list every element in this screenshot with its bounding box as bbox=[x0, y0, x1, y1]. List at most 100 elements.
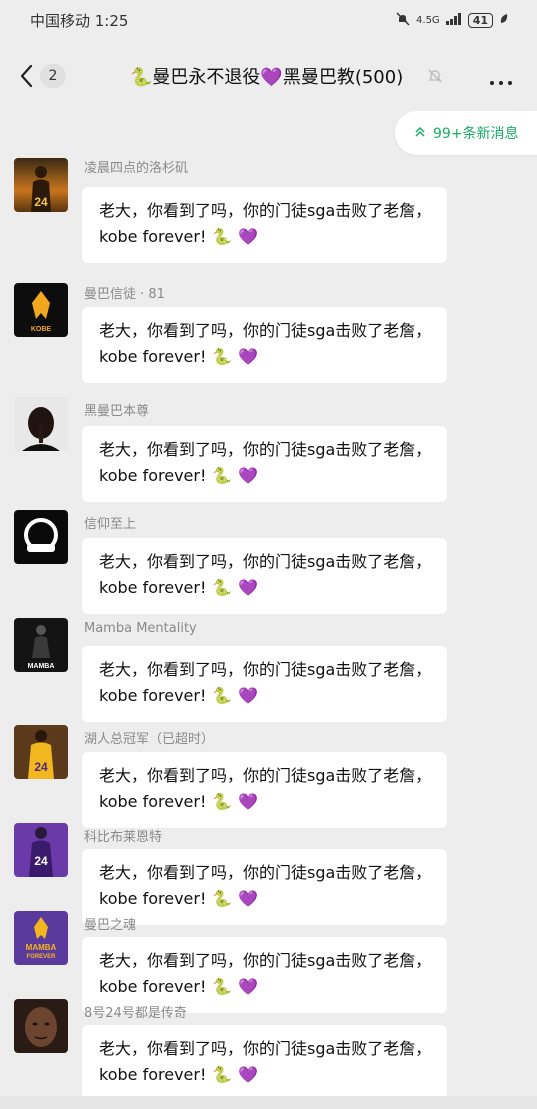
message-text-line2: kobe forever! bbox=[99, 347, 207, 366]
purple-jersey-avatar: 24 bbox=[14, 823, 68, 877]
message-text-line1: 老大，你看到了吗，你的门徒sga击败了老詹， bbox=[99, 766, 432, 785]
message-text-line2: kobe forever! bbox=[99, 466, 207, 485]
message-text-line2: kobe forever! bbox=[99, 977, 207, 996]
unread-count-badge[interactable]: 2 bbox=[40, 64, 66, 88]
purple-heart-emoji: 💜 bbox=[238, 227, 259, 246]
message-bubble[interactable]: 老大，你看到了吗，你的门徒sga击败了老詹， kobe forever! 🐍 💜 bbox=[82, 187, 447, 263]
sender-name: 凌晨四点的洛杉矶 bbox=[84, 161, 189, 176]
avatar[interactable] bbox=[14, 999, 68, 1053]
message-text-line1: 老大，你看到了吗，你的门徒sga击败了老詹， bbox=[99, 660, 432, 679]
message-text-line2: kobe forever! bbox=[99, 578, 207, 597]
snake-emoji: 🐍 bbox=[212, 1065, 233, 1084]
message-text-line1: 老大，你看到了吗，你的门徒sga击败了老詹， bbox=[99, 201, 432, 220]
snake-emoji: 🐍 bbox=[212, 686, 233, 705]
message-bubble[interactable]: 老大，你看到了吗，你的门徒sga击败了老詹， kobe forever! 🐍 💜 bbox=[82, 752, 447, 828]
message-text-line1: 老大，你看到了吗，你的门徒sga击败了老詹， bbox=[99, 863, 432, 882]
more-options-button[interactable] bbox=[490, 70, 518, 85]
sender-name: 信仰至上 bbox=[84, 517, 137, 532]
kobe-logo-avatar: KOBE bbox=[14, 283, 68, 337]
avatar[interactable] bbox=[14, 510, 68, 564]
message-text-line1: 老大，你看到了吗，你的门徒sga击败了老詹， bbox=[99, 440, 432, 459]
svg-text:MAMBA: MAMBA bbox=[26, 943, 57, 952]
kobe-24-sunset-avatar: 24 bbox=[14, 158, 68, 212]
status-icons: 4.5G 41 bbox=[396, 11, 509, 29]
avatar[interactable]: 24 bbox=[14, 158, 68, 212]
avatar[interactable]: MAMBA FOREVER bbox=[14, 911, 68, 965]
network-type: 4.5G bbox=[416, 14, 440, 26]
snake-emoji: 🐍 bbox=[212, 977, 233, 996]
snake-emoji: 🐍 bbox=[212, 578, 233, 597]
kobe-portrait-avatar bbox=[14, 397, 68, 451]
svg-text:MAMBA: MAMBA bbox=[28, 663, 55, 670]
purple-heart-emoji: 💜 bbox=[238, 889, 259, 908]
message-bubble[interactable]: 老大，你看到了吗，你的门徒sga击败了老詹， kobe forever! 🐍 💜 bbox=[82, 1025, 447, 1101]
dot-icon bbox=[508, 81, 512, 85]
message-bubble[interactable]: 老大，你看到了吗，你的门徒sga击败了老詹， kobe forever! 🐍 💜 bbox=[82, 538, 447, 614]
avatar[interactable]: 24 bbox=[14, 725, 68, 779]
snake-emoji: 🐍 bbox=[212, 347, 233, 366]
face-portrait-avatar bbox=[14, 999, 68, 1053]
avatar[interactable]: KOBE bbox=[14, 283, 68, 337]
snake-emoji: 🐍 bbox=[212, 466, 233, 485]
dot-icon bbox=[499, 81, 503, 85]
battery-level: 41 bbox=[467, 12, 493, 28]
purple-heart-emoji: 💜 bbox=[238, 578, 259, 597]
double-chevron-up-icon bbox=[415, 126, 425, 140]
purple-heart-emoji: 💜 bbox=[238, 686, 259, 705]
new-messages-label: 99+条新消息 bbox=[433, 126, 519, 142]
sender-name: Mamba Mentality bbox=[84, 621, 197, 636]
mute-bell-icon bbox=[426, 67, 444, 85]
message-text-line1: 老大，你看到了吗，你的门徒sga击败了老詹， bbox=[99, 552, 432, 571]
message-bubble[interactable]: 老大，你看到了吗，你的门徒sga击败了老詹， kobe forever! 🐍 💜 bbox=[82, 646, 447, 722]
svg-text:24: 24 bbox=[34, 195, 48, 209]
svg-text:24: 24 bbox=[34, 760, 48, 774]
message-bubble[interactable]: 老大，你看到了吗，你的门徒sga击败了老詹， kobe forever! 🐍 💜 bbox=[82, 849, 447, 925]
nav-bar: 2 🐍曼巴永不退役💜黑曼巴教(500) bbox=[0, 48, 537, 104]
message-text-line2: kobe forever! bbox=[99, 1065, 207, 1084]
purple-heart-emoji: 💜 bbox=[238, 347, 259, 366]
snake-emoji: 🐍 bbox=[212, 792, 233, 811]
message-bubble[interactable]: 老大，你看到了吗，你的门徒sga击败了老詹， kobe forever! 🐍 💜 bbox=[82, 426, 447, 502]
sender-name: 黑曼巴本尊 bbox=[84, 404, 150, 419]
avatar[interactable]: 24 bbox=[14, 823, 68, 877]
ring-logo-avatar bbox=[14, 510, 68, 564]
input-bar-edge bbox=[0, 1096, 537, 1109]
mamba-forever-avatar: MAMBA FOREVER bbox=[14, 911, 68, 965]
svg-text:24: 24 bbox=[34, 854, 48, 868]
chat-title: 🐍曼巴永不退役💜黑曼巴教(500) bbox=[130, 67, 404, 88]
message-bubble[interactable]: 老大，你看到了吗，你的门徒sga击败了老詹， kobe forever! 🐍 💜 bbox=[82, 307, 447, 383]
chevron-left-icon bbox=[20, 64, 33, 88]
avatar[interactable]: MAMBA bbox=[14, 618, 68, 672]
snake-emoji: 🐍 bbox=[212, 227, 233, 246]
message-text-line2: kobe forever! bbox=[99, 792, 207, 811]
message-text-line1: 老大，你看到了吗，你的门徒sga击败了老詹， bbox=[99, 1039, 432, 1058]
message-text-line1: 老大，你看到了吗，你的门徒sga击败了老詹， bbox=[99, 321, 432, 340]
sender-name: 科比布莱恩特 bbox=[84, 830, 163, 845]
svg-text:KOBE: KOBE bbox=[31, 326, 52, 333]
status-bar: 中国移动 1:25 4.5G 41 bbox=[0, 0, 537, 40]
avatar[interactable] bbox=[14, 397, 68, 451]
sender-name: 曼巴之魂 bbox=[84, 918, 137, 933]
purple-heart-emoji: 💜 bbox=[238, 792, 259, 811]
back-button[interactable] bbox=[16, 62, 38, 90]
purple-heart-emoji: 💜 bbox=[238, 466, 259, 485]
lakers-24-avatar: 24 bbox=[14, 725, 68, 779]
sender-name: 曼巴信徒 · 81 bbox=[84, 287, 165, 302]
new-messages-button[interactable]: 99+条新消息 bbox=[395, 111, 537, 155]
message-text-line2: kobe forever! bbox=[99, 686, 207, 705]
snake-emoji: 🐍 bbox=[212, 889, 233, 908]
carrier-time: 中国移动 1:25 bbox=[30, 11, 129, 30]
sender-name: 8号24号都是传奇 bbox=[84, 1006, 187, 1021]
sender-name: 湖人总冠军（已超时） bbox=[84, 732, 215, 747]
message-text-line2: kobe forever! bbox=[99, 889, 207, 908]
dot-icon bbox=[490, 81, 494, 85]
leaf-icon bbox=[499, 13, 509, 28]
message-text-line2: kobe forever! bbox=[99, 227, 207, 246]
mamba-silhouette-avatar: MAMBA bbox=[14, 618, 68, 672]
signal-icon bbox=[445, 12, 462, 28]
svg-text:FOREVER: FOREVER bbox=[26, 954, 56, 960]
purple-heart-emoji: 💜 bbox=[238, 1065, 259, 1084]
purple-heart-emoji: 💜 bbox=[238, 977, 259, 996]
message-text-line1: 老大，你看到了吗，你的门徒sga击败了老詹， bbox=[99, 951, 432, 970]
silent-icon bbox=[396, 11, 410, 29]
